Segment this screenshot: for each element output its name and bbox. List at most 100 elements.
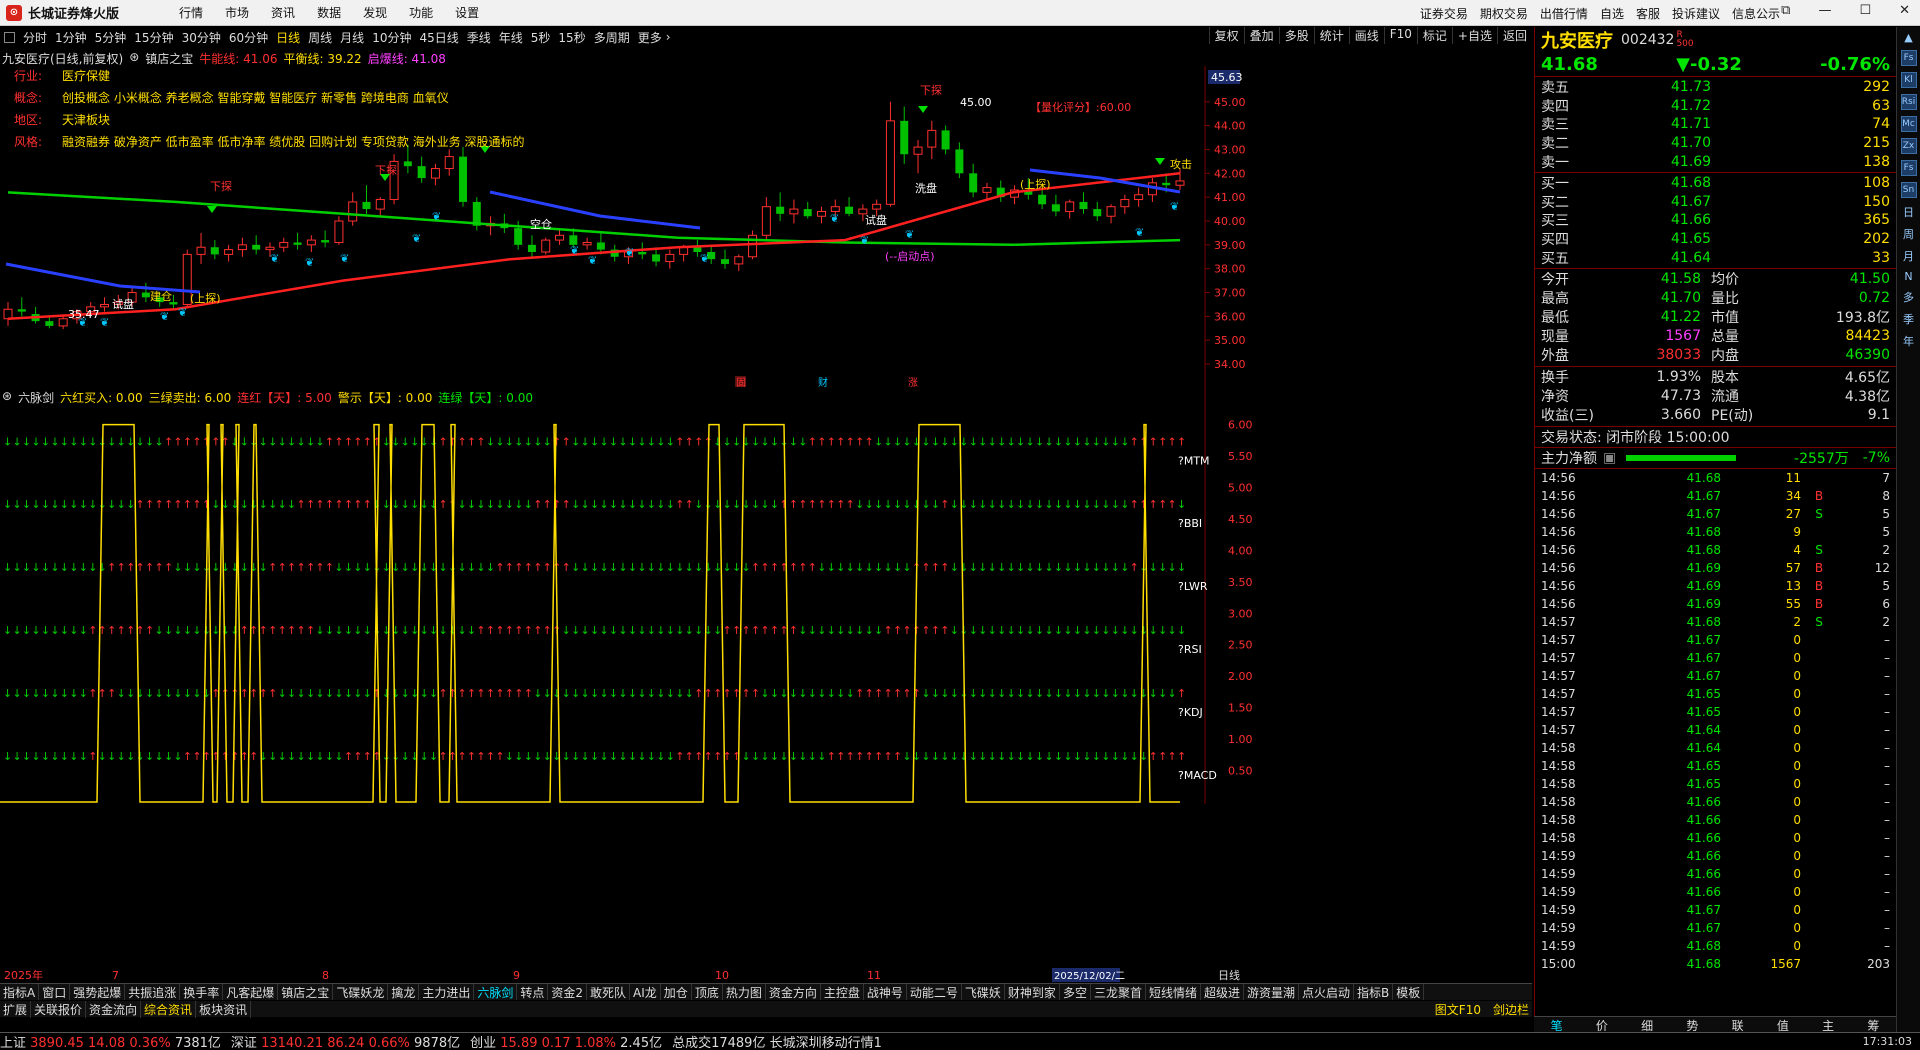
tick-volume[interactable]: 11 bbox=[1721, 471, 1801, 485]
tick-row[interactable]: 14:56 41.69 55 B 6 bbox=[1535, 595, 1896, 613]
tick-volume[interactable]: 1567 bbox=[1721, 957, 1801, 971]
tick-price[interactable]: 41.66 bbox=[1641, 795, 1721, 809]
tick-count[interactable]: 5 bbox=[1837, 507, 1890, 521]
stat-key[interactable]: 最低 bbox=[1541, 307, 1601, 327]
menu-zixun[interactable]: 资讯 bbox=[271, 4, 295, 21]
tick-time[interactable]: 14:56 bbox=[1541, 489, 1641, 503]
tick-row[interactable]: 14:58 41.66 0 – bbox=[1535, 793, 1896, 811]
menu-faxian[interactable]: 发现 bbox=[363, 4, 387, 21]
tick-row[interactable]: 14:56 41.67 27 S 5 bbox=[1535, 505, 1896, 523]
index-pct[interactable]: 1.08% bbox=[575, 1036, 620, 1050]
tick-price[interactable]: 41.67 bbox=[1641, 489, 1721, 503]
index-amount[interactable]: 7381亿 bbox=[175, 1036, 221, 1050]
tick-time[interactable]: 14:56 bbox=[1541, 579, 1641, 593]
indicator-name[interactable]: 镇店之宝 bbox=[145, 50, 193, 66]
tick-count[interactable]: – bbox=[1837, 651, 1890, 665]
tick-volume[interactable]: 0 bbox=[1721, 705, 1801, 719]
stat-key[interactable]: 现量 bbox=[1541, 326, 1601, 346]
tick-row[interactable]: 14:56 41.68 11 7 bbox=[1535, 469, 1896, 487]
stat-row[interactable]: 最高 41.70 量比 0.72 bbox=[1535, 289, 1896, 308]
index-change[interactable]: 14.08 bbox=[88, 1036, 129, 1050]
stat-value[interactable]: 193.8亿 bbox=[1761, 307, 1890, 327]
period-monthly[interactable]: 月线 bbox=[336, 29, 368, 46]
period-45day[interactable]: 45日线 bbox=[415, 29, 462, 46]
sidebar-icon[interactable]: Kl bbox=[1900, 72, 1917, 88]
btn-mark[interactable]: 标记 bbox=[1416, 27, 1452, 44]
stat-key[interactable]: PE(动) bbox=[1701, 405, 1761, 425]
index-group[interactable]: 创业 15.89 0.17 1.08% 2.45亿 bbox=[470, 1032, 662, 1050]
index-change[interactable]: 0.17 bbox=[542, 1036, 575, 1050]
tick-side[interactable]: B bbox=[1801, 489, 1837, 503]
stat-key[interactable]: 最高 bbox=[1541, 288, 1601, 308]
quote-tab[interactable]: 价 bbox=[1579, 1017, 1624, 1033]
tick-price[interactable]: 41.68 bbox=[1641, 543, 1721, 557]
stat-row[interactable]: 换手 1.93% 股本 4.65亿 bbox=[1535, 368, 1896, 387]
tick-row[interactable]: 14:56 41.68 9 5 bbox=[1535, 523, 1896, 541]
tick-price[interactable]: 41.66 bbox=[1641, 849, 1721, 863]
indicator-tab[interactable]: 资金方向 bbox=[766, 984, 821, 1000]
ob-label[interactable]: 卖四 bbox=[1541, 96, 1671, 116]
tick-time[interactable]: 14:57 bbox=[1541, 687, 1641, 701]
period-quarter[interactable]: 季线 bbox=[463, 29, 495, 46]
indicator-tab[interactable]: 超级进 bbox=[1201, 984, 1244, 1000]
tick-volume[interactable]: 0 bbox=[1721, 939, 1801, 953]
tick-price[interactable]: 41.65 bbox=[1641, 777, 1721, 791]
indicator-tab[interactable]: 指标B bbox=[1354, 984, 1394, 1000]
tick-count[interactable]: – bbox=[1837, 705, 1890, 719]
tick-price[interactable]: 41.64 bbox=[1641, 723, 1721, 737]
tick-count[interactable]: 7 bbox=[1837, 471, 1890, 485]
period-5sec[interactable]: 5秒 bbox=[527, 29, 555, 46]
zl-toggle-icon[interactable]: ▣ bbox=[1603, 450, 1616, 466]
sidebar-icon[interactable]: 月 bbox=[1903, 248, 1914, 264]
minimize-icon[interactable]: — bbox=[1818, 3, 1831, 18]
index-amount[interactable]: 2.45亿 bbox=[620, 1036, 662, 1050]
indicator-tab[interactable]: 游资量潮 bbox=[1244, 984, 1300, 1000]
tick-time[interactable]: 14:59 bbox=[1541, 921, 1641, 935]
sidebar-icon[interactable]: 多 bbox=[1903, 289, 1914, 305]
indicator-tab[interactable]: 短线情绪 bbox=[1146, 984, 1201, 1000]
chevron-right-icon[interactable]: › bbox=[666, 30, 671, 44]
btn-f10[interactable]: F10 bbox=[1383, 27, 1417, 44]
tick-row[interactable]: 14:59 41.67 0 – bbox=[1535, 901, 1896, 919]
tick-price[interactable]: 41.67 bbox=[1641, 633, 1721, 647]
tick-count[interactable]: – bbox=[1837, 939, 1890, 953]
btn-overlay[interactable]: 叠加 bbox=[1243, 27, 1279, 44]
indicator-tab[interactable]: 主控盘 bbox=[821, 984, 864, 1000]
period-15min[interactable]: 15分钟 bbox=[130, 29, 177, 46]
ask-row[interactable]: 卖二 41.70 215 bbox=[1535, 134, 1896, 153]
tick-count[interactable]: – bbox=[1837, 687, 1890, 701]
period-daily[interactable]: 日线 bbox=[272, 29, 304, 46]
tick-price[interactable]: 41.67 bbox=[1641, 651, 1721, 665]
tick-count[interactable]: – bbox=[1837, 831, 1890, 845]
menu-hangqing[interactable]: 行情 bbox=[179, 4, 203, 21]
tick-time[interactable]: 14:58 bbox=[1541, 777, 1641, 791]
btn-multi[interactable]: 多股 bbox=[1278, 27, 1314, 44]
tick-volume[interactable]: 27 bbox=[1721, 507, 1801, 521]
quote-tab[interactable]: 值 bbox=[1760, 1017, 1805, 1033]
stat-key[interactable]: 外盘 bbox=[1541, 345, 1601, 365]
tick-row[interactable]: 14:59 41.66 0 – bbox=[1535, 865, 1896, 883]
tick-price[interactable]: 41.68 bbox=[1641, 939, 1721, 953]
index-value[interactable]: 3890.45 bbox=[30, 1036, 88, 1050]
tick-time[interactable]: 14:56 bbox=[1541, 597, 1641, 611]
ob-volume[interactable]: 108 bbox=[1781, 175, 1890, 191]
maximize-icon[interactable]: ☐ bbox=[1859, 3, 1871, 18]
bid-row[interactable]: 买四 41.65 202 bbox=[1535, 230, 1896, 249]
stat-key[interactable]: 流通 bbox=[1701, 386, 1761, 406]
info-tab[interactable]: 关联报价 bbox=[31, 1000, 87, 1018]
index-amount[interactable]: 9878亿 bbox=[414, 1036, 460, 1050]
tick-price[interactable]: 41.69 bbox=[1641, 597, 1721, 611]
clock-text[interactable]: 17:31:03 bbox=[1863, 1035, 1912, 1048]
tick-price[interactable]: 41.68 bbox=[1641, 957, 1721, 971]
sub-name[interactable]: 六脉剑 bbox=[18, 389, 54, 405]
menu-lend[interactable]: 出借行情 bbox=[1540, 5, 1588, 22]
tick-time[interactable]: 14:59 bbox=[1541, 903, 1641, 917]
index-name[interactable]: 创业 bbox=[470, 1036, 500, 1050]
ob-label[interactable]: 买五 bbox=[1541, 248, 1671, 268]
sidebar-icon[interactable]: N bbox=[1904, 270, 1912, 283]
tick-time[interactable]: 14:58 bbox=[1541, 759, 1641, 773]
ob-price[interactable]: 41.70 bbox=[1671, 135, 1781, 151]
ob-price[interactable]: 41.67 bbox=[1671, 194, 1781, 210]
ob-price[interactable]: 41.64 bbox=[1671, 250, 1781, 266]
tick-price[interactable]: 41.67 bbox=[1641, 903, 1721, 917]
